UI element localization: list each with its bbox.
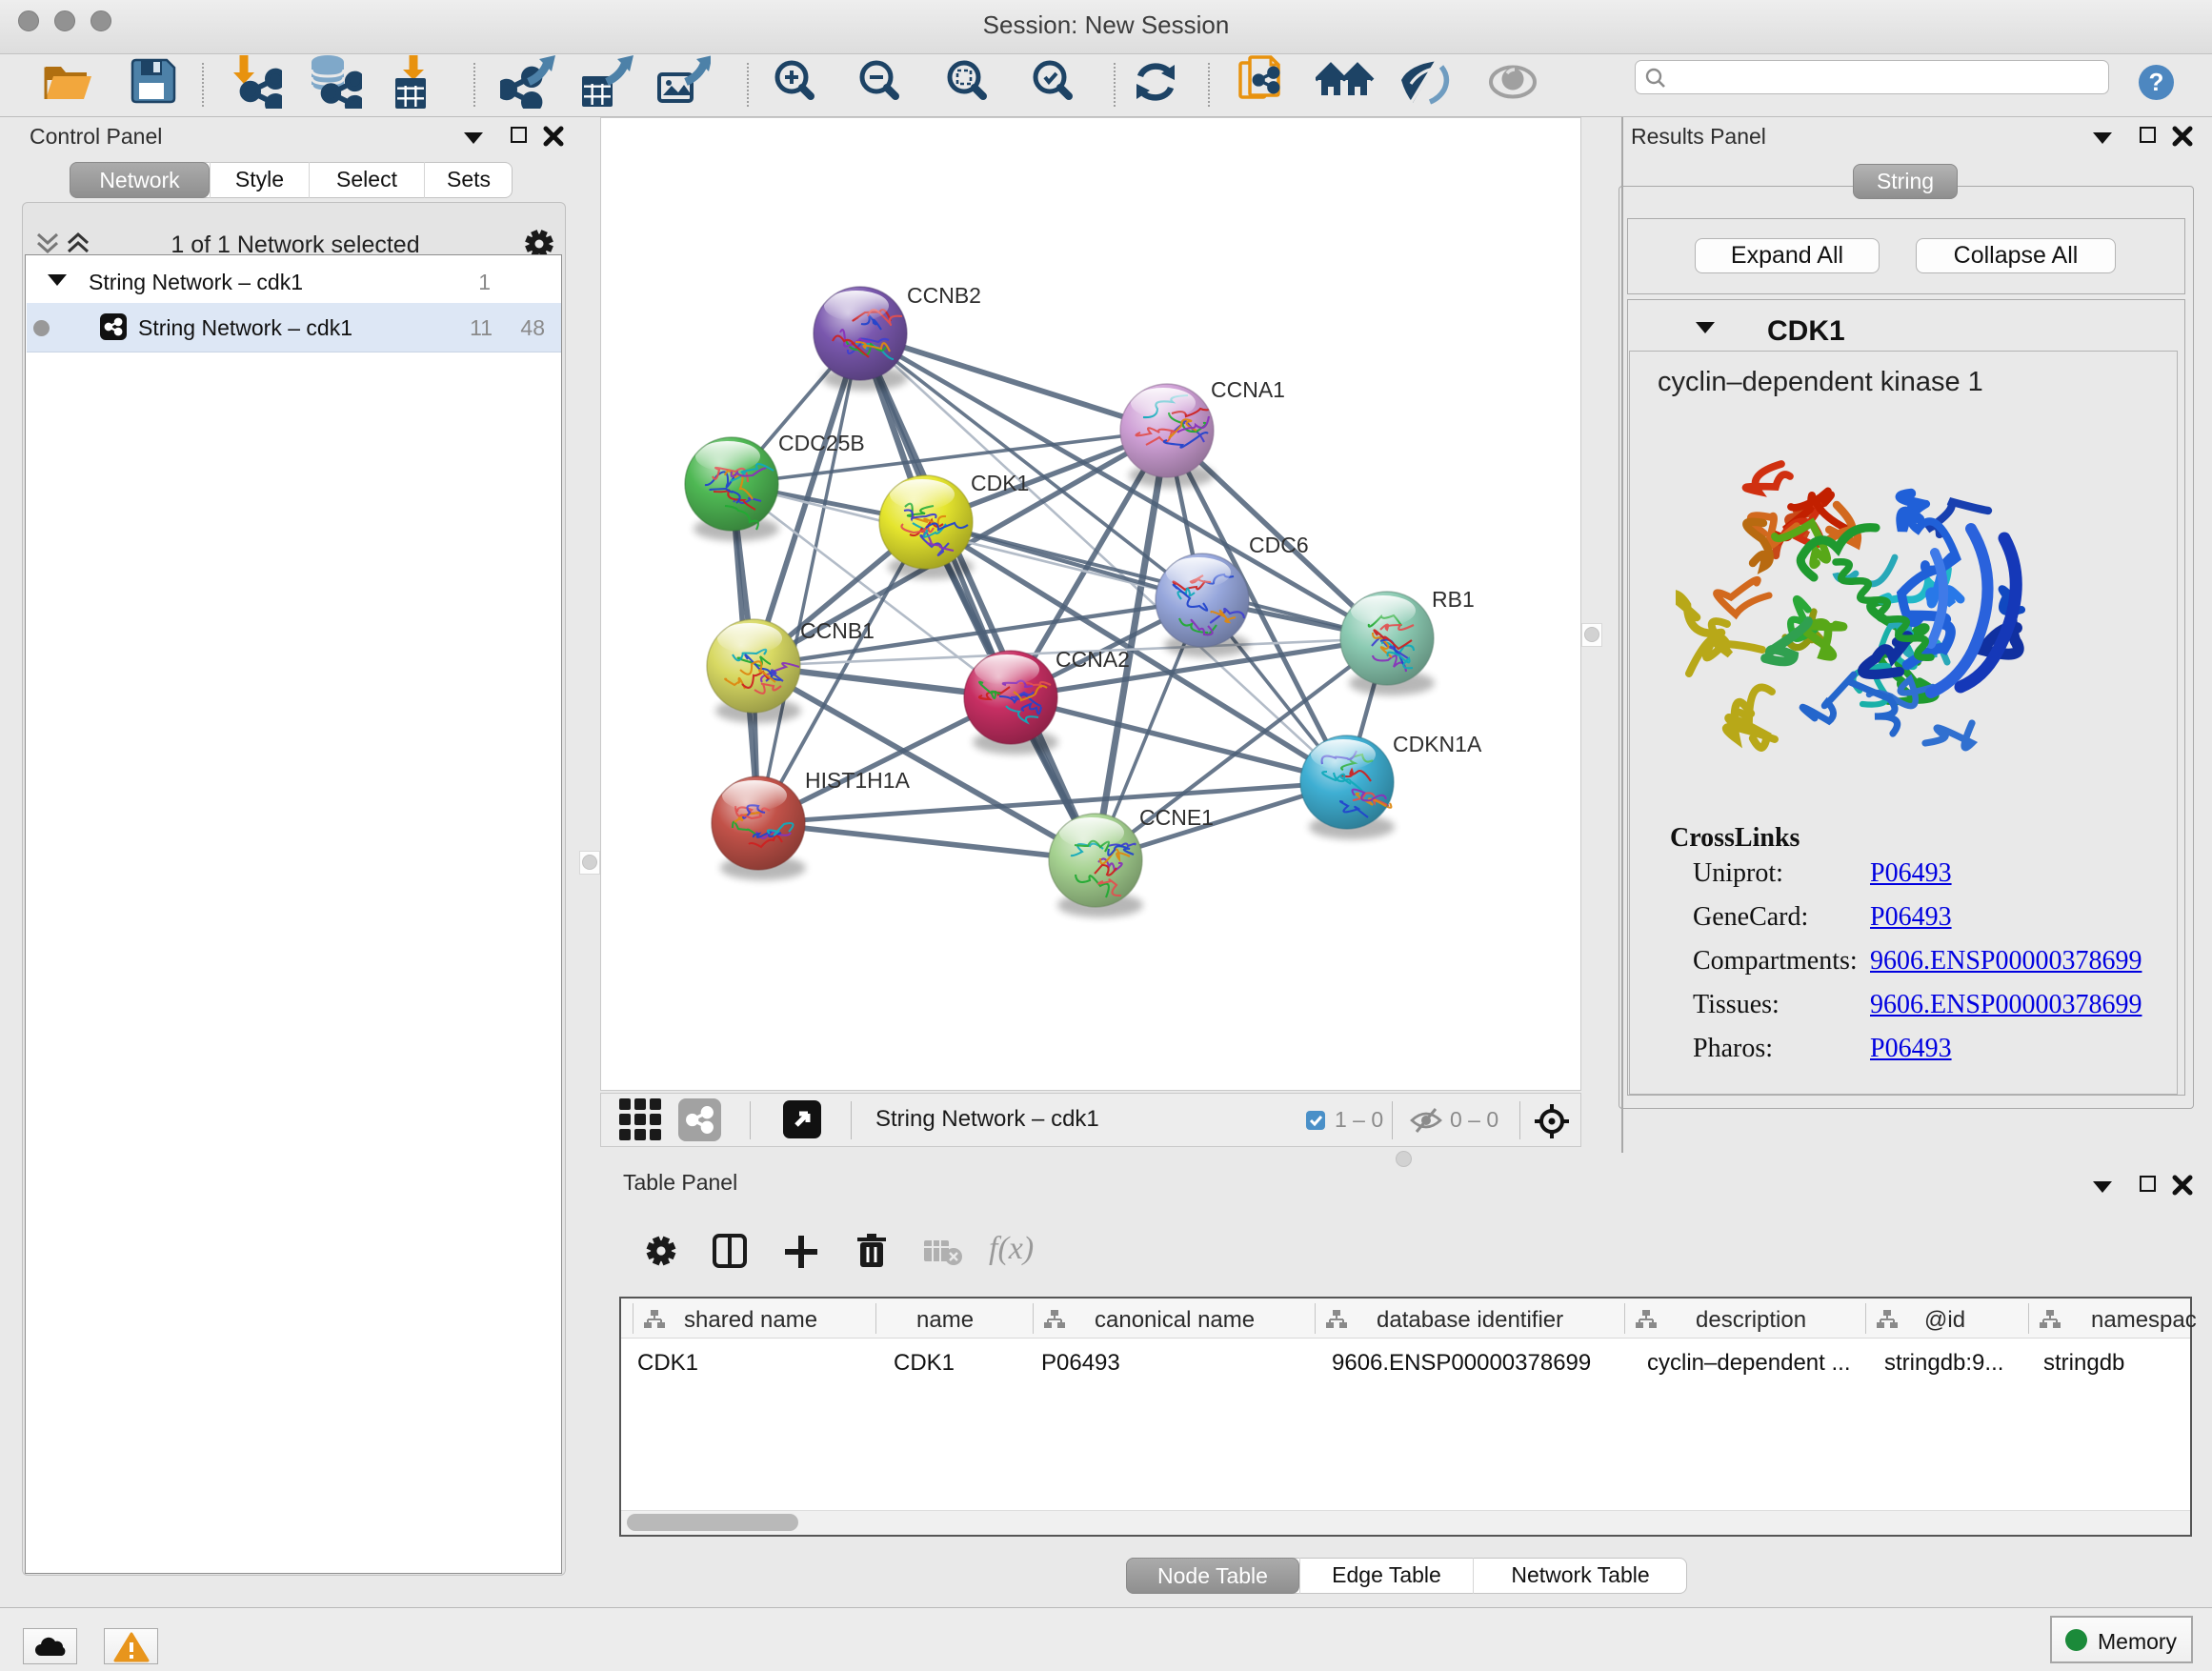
svg-text:CDK1: CDK1 xyxy=(971,471,1029,495)
svg-text:CCNB1: CCNB1 xyxy=(800,618,875,643)
svg-text:CDC6: CDC6 xyxy=(1249,533,1309,557)
svg-text:CCNA1: CCNA1 xyxy=(1211,377,1285,402)
svg-text:HIST1H1A: HIST1H1A xyxy=(805,768,911,793)
svg-text:RB1: RB1 xyxy=(1432,587,1475,612)
svg-text:CDC25B: CDC25B xyxy=(778,431,865,455)
svg-text:CCNA2: CCNA2 xyxy=(1056,647,1130,672)
svg-text:CDKN1A: CDKN1A xyxy=(1393,732,1482,756)
svg-text:CCNB2: CCNB2 xyxy=(907,283,981,308)
svg-text:CCNE1: CCNE1 xyxy=(1139,805,1214,830)
